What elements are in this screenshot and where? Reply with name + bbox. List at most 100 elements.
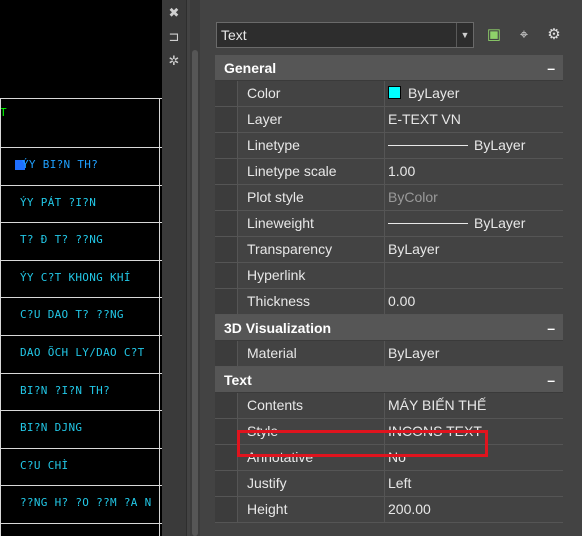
property-label: Hyperlink [237, 263, 385, 288]
property-value-text: 1.00 [388, 163, 416, 179]
section-header-3d-visualization[interactable]: 3D Visualization – [215, 315, 563, 341]
property-value-text: 0.00 [388, 293, 416, 309]
property-row-linetype-scale[interactable]: Linetype scale 1.00 [215, 159, 563, 185]
property-value-text: INCONS TEXT [388, 423, 482, 439]
cad-text-item[interactable]: BI?N ?I?N TH? [20, 384, 110, 397]
property-value[interactable]: ByLayer [386, 341, 563, 366]
toggle-pickadd-icon[interactable]: ▣ [484, 25, 504, 45]
property-row-transparency[interactable]: Transparency ByLayer [215, 237, 563, 263]
line-sample [388, 145, 468, 146]
property-grid: General – Color ByLayer Layer E-TEXT VN Linety… [215, 55, 563, 523]
property-value[interactable]: MÁY BIẾN THẾ [386, 393, 563, 418]
row-indent [215, 81, 237, 106]
property-row-contents[interactable]: Contents MÁY BIẾN THẾ [215, 393, 563, 419]
row-indent [215, 393, 237, 418]
property-value[interactable]: 200.00 [386, 497, 563, 522]
property-value[interactable]: ByLayer [386, 133, 563, 158]
line-sample [388, 223, 468, 224]
property-row-plot-style[interactable]: Plot style ByColor [215, 185, 563, 211]
property-value-text: ByLayer [408, 85, 460, 101]
table-line [0, 147, 165, 148]
table-line [0, 98, 165, 99]
section-header-text[interactable]: Text – [215, 367, 563, 393]
property-row-justify[interactable]: Justify Left [215, 471, 563, 497]
property-value[interactable]: 1.00 [386, 159, 563, 184]
auto-hide-icon[interactable]: ⊐ [166, 30, 182, 46]
cad-text-item[interactable]: DAO ÕCH LY/DAO C?T [20, 346, 145, 359]
property-label: Contents [237, 393, 385, 418]
row-indent [215, 133, 237, 158]
property-row-style[interactable]: Style INCONS TEXT [215, 419, 563, 445]
property-row-lineweight[interactable]: Lineweight ByLayer [215, 211, 563, 237]
property-value-text: No [388, 449, 406, 465]
section-title: 3D Visualization [224, 320, 332, 336]
property-value[interactable]: INCONS TEXT [386, 419, 563, 444]
property-value[interactable]: Left [386, 471, 563, 496]
row-indent [215, 237, 237, 262]
property-label: Plot style [237, 185, 385, 210]
property-row-material[interactable]: Material ByLayer [215, 341, 563, 367]
property-value-text: ByLayer [474, 215, 526, 231]
table-line [0, 335, 165, 336]
row-indent [215, 211, 237, 236]
palette-scrollbar[interactable] [190, 0, 200, 536]
property-label: Height [237, 497, 385, 522]
property-label: Thickness [237, 289, 385, 314]
property-row-layer[interactable]: Layer E-TEXT VN [215, 107, 563, 133]
property-value-text: Left [388, 475, 412, 491]
section-header-general[interactable]: General – [215, 55, 563, 81]
quick-select-icon[interactable]: ⚙ [544, 25, 564, 45]
chevron-down-icon[interactable]: ▼ [456, 23, 473, 47]
property-value-text: ByLayer [474, 137, 526, 153]
cad-text-item[interactable]: C?U CHÌ [20, 459, 68, 472]
table-line [0, 98, 1, 536]
settings-icon[interactable]: ✲ [166, 54, 182, 70]
row-indent [215, 419, 237, 444]
collapse-icon[interactable]: – [547, 55, 555, 81]
property-value-text: ByColor [388, 189, 438, 205]
cad-text-item[interactable]: T? Ð T? ??NG [20, 233, 103, 246]
select-objects-icon[interactable]: ⌖ [514, 25, 534, 45]
palette-title-strip: ✖ ⊐ ✲ [162, 0, 187, 536]
property-value[interactable]: No [386, 445, 563, 470]
cad-text-item[interactable]: ÝY PÁT ?I?N [20, 196, 96, 209]
scrollbar-thumb[interactable] [192, 50, 198, 536]
table-line [0, 297, 165, 298]
property-value[interactable]: ByColor [386, 185, 563, 210]
property-row-annotative[interactable]: Annotative No [215, 445, 563, 471]
property-label: Linetype [237, 133, 385, 158]
property-value-text: MÁY BIẾN THẾ [388, 397, 487, 413]
property-value[interactable]: ByLayer [386, 211, 563, 236]
property-row-hyperlink[interactable]: Hyperlink [215, 263, 563, 289]
cad-text-item[interactable]: ÝY C?T KHONG KHÍ [20, 271, 131, 284]
cad-text-item[interactable]: ??NG H? ?O ??M ?A N [20, 496, 152, 509]
property-value[interactable]: ByLayer [386, 237, 563, 262]
table-line [0, 523, 165, 524]
property-value-text: 200.00 [388, 501, 431, 517]
property-row-linetype[interactable]: Linetype ByLayer [215, 133, 563, 159]
property-value[interactable]: ByLayer [386, 81, 563, 106]
cad-text-item[interactable]: C?U DAO T? ??NG [20, 308, 124, 321]
row-indent [215, 445, 237, 470]
property-label: Linetype scale [237, 159, 385, 184]
table-line [0, 448, 165, 449]
property-row-thickness[interactable]: Thickness 0.00 [215, 289, 563, 315]
object-type-select[interactable]: Text ▼ [216, 22, 474, 48]
property-value[interactable]: E-TEXT VN [386, 107, 563, 132]
row-indent [215, 471, 237, 496]
row-indent [215, 159, 237, 184]
collapse-icon[interactable]: – [547, 315, 555, 341]
color-swatch [388, 86, 401, 99]
property-row-height[interactable]: Height 200.00 [215, 497, 563, 523]
property-row-color[interactable]: Color ByLayer [215, 81, 563, 107]
cad-text-item[interactable]: ÝY BI?N TH? [22, 158, 98, 171]
section-title: Text [224, 372, 252, 388]
property-label: Material [237, 341, 385, 366]
drawing-canvas[interactable]: T ÝY BI?N TH? ÝY PÁT ?I?N T? Ð T? ??NG ÝY C… [0, 0, 165, 536]
property-value[interactable]: 0.00 [386, 289, 563, 314]
close-icon[interactable]: ✖ [166, 6, 182, 22]
row-indent [215, 107, 237, 132]
cad-text-item[interactable]: BI?N DJNG [20, 421, 82, 434]
collapse-icon[interactable]: – [547, 367, 555, 393]
property-value[interactable] [386, 263, 563, 288]
